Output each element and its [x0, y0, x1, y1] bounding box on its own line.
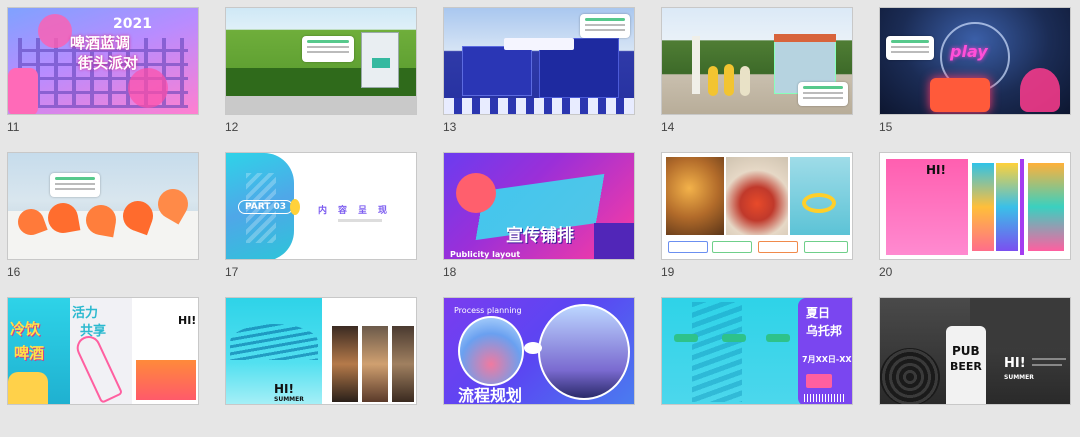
- slide-text: 啤酒: [14, 344, 45, 362]
- slide-thumbnail[interactable]: [225, 7, 417, 115]
- slide-thumbnail[interactable]: PUB BEER HI! SUMMER: [879, 297, 1071, 405]
- slide-thumbnail[interactable]: 宣传铺排 Publicity layout: [443, 152, 635, 260]
- slide-text: 活力: [72, 306, 99, 321]
- slide-thumbnail[interactable]: PART 03 内 容 呈 现: [225, 152, 417, 260]
- slide-thumbnail[interactable]: 冷饮 啤酒 活力 共享 HI!: [7, 297, 199, 405]
- slide-thumbnail[interactable]: Process planning 流程规划: [443, 297, 635, 405]
- slide-number: 18: [443, 265, 457, 279]
- slide-text: Process planning: [454, 306, 522, 315]
- slide-text: BEER: [950, 360, 982, 373]
- slide-text: PUB: [952, 344, 980, 358]
- slide-text: HI!: [926, 163, 946, 177]
- slide-thumbnail[interactable]: HI! SUMMER: [225, 297, 417, 405]
- slide-text: 现: [378, 206, 388, 216]
- slide-number: 17: [225, 265, 239, 279]
- slide-text: HI!: [178, 314, 197, 327]
- slide-text: SUMMER: [1004, 374, 1034, 381]
- slide-thumbnail[interactable]: [7, 152, 199, 260]
- slide-text: 呈: [358, 206, 368, 216]
- slide-thumbnail[interactable]: [661, 7, 853, 115]
- slide-text: Publicity layout: [450, 250, 521, 259]
- slide-number: 20: [879, 265, 893, 279]
- slide-number: 14: [661, 120, 675, 134]
- slide-number: 19: [661, 265, 675, 279]
- slide-text: SUMMER: [274, 396, 304, 403]
- slide-number: 16: [7, 265, 21, 279]
- slide-text: 7月XX日-XX日: [802, 355, 852, 364]
- slide-text: 街头派对: [78, 54, 139, 72]
- slide-text: 内: [318, 206, 328, 216]
- slide-text: HI!: [274, 382, 294, 396]
- slide-text: 2021: [113, 16, 152, 32]
- slide-text: 流程规划: [458, 386, 523, 405]
- slide-thumbnail[interactable]: play: [879, 7, 1071, 115]
- slide-text: 宣传铺排: [506, 226, 574, 246]
- slide-thumbnail[interactable]: HI!: [879, 152, 1071, 260]
- slide-thumbnail[interactable]: [443, 7, 635, 115]
- slide-thumbnail[interactable]: 2021 啤酒蓝调 街头派对: [7, 7, 199, 115]
- slide-text: play: [950, 42, 988, 61]
- slide-number: 13: [443, 120, 457, 134]
- slide-text: 夏日: [806, 306, 831, 320]
- slide-text: 容: [338, 206, 348, 216]
- slide-text: PART 03: [238, 200, 294, 214]
- slide-text: 冷饮: [10, 320, 41, 338]
- slide-text: HI!: [1004, 356, 1026, 371]
- slide-number: 11: [7, 120, 20, 134]
- slide-number: 15: [879, 120, 893, 134]
- slide-text: 啤酒蓝调: [70, 34, 131, 52]
- slide-thumbnail[interactable]: [661, 152, 853, 260]
- slide-thumbnail[interactable]: 夏日 乌托邦 7月XX日-XX日: [661, 297, 853, 405]
- slide-text: 乌托邦: [806, 324, 843, 338]
- slide-number: 12: [225, 120, 239, 134]
